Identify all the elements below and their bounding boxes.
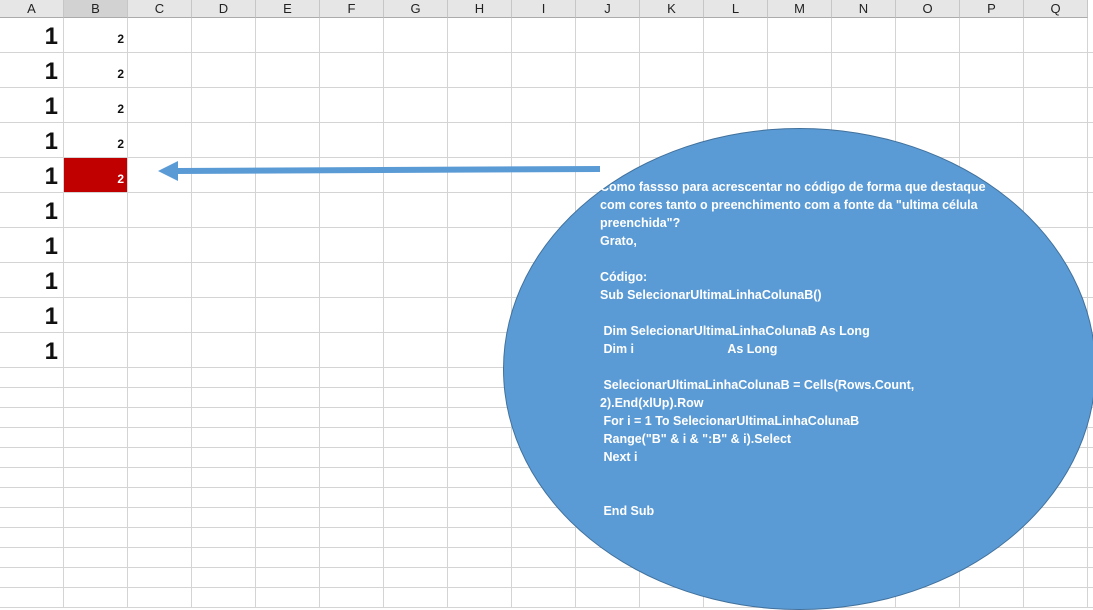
callout-text: Como fassso para acrescentar no código d… [600,180,986,518]
